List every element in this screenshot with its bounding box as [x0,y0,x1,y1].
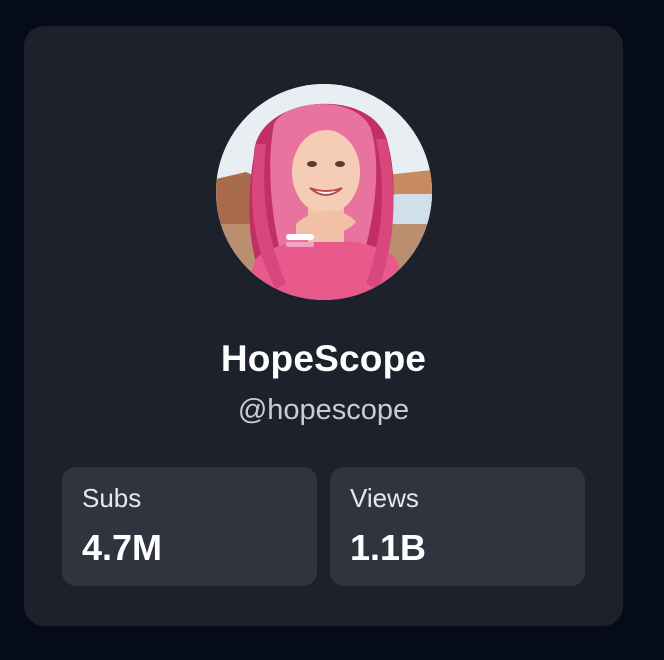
profile-photo-icon [216,84,432,300]
avatar [216,84,432,300]
stat-value: 1.1B [350,527,427,568]
profile-card: HopeScope @hopescope Subs 4.7M Views 1.1… [24,26,623,626]
stat-tile-subs: Subs 4.7M [62,467,317,586]
stat-label: Subs [82,483,142,513]
stat-label: Views [350,483,419,513]
channel-name: HopeScope [220,338,427,379]
stat-tile-views: Views 1.1B [330,467,585,586]
channel-handle: @hopescope [237,394,410,426]
stat-value: 4.7M [82,527,163,568]
